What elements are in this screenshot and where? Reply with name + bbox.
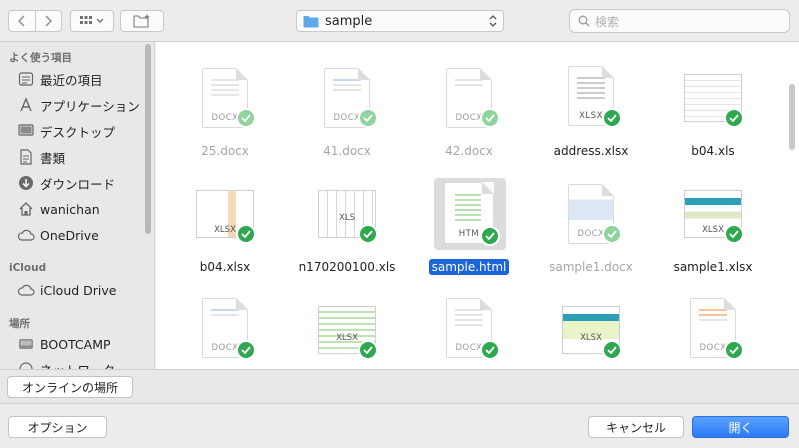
file-item[interactable]: DOCX — [408, 284, 530, 369]
file-item[interactable]: DOCX — [652, 284, 774, 369]
grid-view-icon — [80, 16, 104, 24]
check-badge-icon — [724, 224, 744, 244]
file-item[interactable]: XLSX address.xlsx — [530, 52, 652, 164]
back-button[interactable] — [9, 11, 35, 31]
file-name: 25.docx — [201, 144, 249, 158]
sidebar-item-icloud-drive[interactable]: iCloud Drive — [17, 279, 147, 301]
file-item[interactable]: DOCX 25.docx — [164, 52, 286, 164]
file-name: n170200100.xls — [298, 260, 396, 274]
check-badge-icon — [236, 108, 256, 128]
cloud-icon — [17, 284, 35, 296]
folder-icon — [303, 15, 319, 27]
sidebar-item-applications[interactable]: アプリケーション — [17, 94, 147, 116]
file-grid: DOCX 25.docx DOCX 41.docx DOCX 42.docx X… — [156, 42, 799, 369]
file-item[interactable]: DOCX sample1.docx — [530, 168, 652, 280]
file-name: address.xlsx — [553, 144, 629, 158]
download-icon — [19, 176, 33, 190]
clock-icon — [18, 72, 34, 86]
path-popup[interactable]: sample — [296, 10, 504, 32]
file-name: sample.html — [408, 259, 530, 275]
sidebar-item-network[interactable]: ネットワーク — [17, 358, 147, 369]
check-badge-icon — [724, 340, 744, 360]
file-name: b04.xls — [691, 144, 735, 158]
sidebar-item-home[interactable]: wanichan — [17, 198, 147, 220]
disk-icon — [19, 339, 33, 349]
sidebar-item-bootcamp[interactable]: BOOTCAMP — [17, 333, 147, 355]
documents-icon — [20, 149, 32, 165]
search-field[interactable]: 検索 — [569, 9, 790, 33]
file-name: sample1.xlsx — [673, 260, 753, 274]
chevron-left-icon — [17, 15, 25, 27]
cloud-icon — [17, 229, 35, 241]
sidebar: よく使う項目 最近の項目 アプリケーション デスクトップ 書類 ダウンロード w… — [0, 42, 155, 369]
file-item[interactable]: b04.xls — [652, 52, 774, 164]
file-item[interactable]: DOCX 42.docx — [408, 52, 530, 164]
options-button[interactable]: オプション — [8, 416, 107, 438]
check-badge-icon — [602, 340, 622, 360]
file-item[interactable]: XLSX b04.xlsx — [164, 168, 286, 280]
check-badge-icon — [480, 340, 500, 360]
view-mode-button[interactable] — [70, 10, 114, 32]
check-badge-icon — [236, 224, 256, 244]
new-folder-icon — [133, 14, 150, 28]
file-name: sample1.docx — [549, 260, 633, 274]
check-badge-icon — [358, 108, 378, 128]
search-placeholder: 検索 — [595, 14, 620, 29]
forward-button[interactable] — [34, 11, 62, 31]
sidebar-item-recents[interactable]: 最近の項目 — [17, 68, 147, 90]
file-grid-scrollbar[interactable] — [789, 84, 795, 150]
file-item[interactable]: XLSX sample1.xlsx — [652, 168, 774, 280]
online-locations-bar: オンラインの場所 — [0, 369, 799, 404]
file-item[interactable]: XLSX — [530, 284, 652, 369]
toolbar: sample 検索 — [0, 0, 799, 42]
sidebar-item-documents[interactable]: 書類 — [17, 146, 147, 168]
desktop-icon — [18, 124, 34, 136]
check-badge-icon — [480, 108, 500, 128]
check-badge-icon — [602, 224, 622, 244]
check-badge-icon — [602, 108, 622, 128]
check-badge-icon — [724, 108, 744, 128]
file-item[interactable]: DOCX — [164, 284, 286, 369]
open-button[interactable]: 開く — [692, 416, 789, 438]
file-item[interactable]: DOCX 41.docx — [286, 52, 408, 164]
network-icon — [19, 362, 33, 369]
check-badge-icon — [358, 340, 378, 360]
chevron-updown-icon — [489, 15, 497, 27]
check-badge-icon — [480, 226, 500, 246]
chevron-right-icon — [45, 15, 53, 27]
section-places: 場所 — [9, 318, 30, 330]
path-label: sample — [325, 13, 373, 29]
home-icon — [19, 202, 33, 216]
file-name: 42.docx — [445, 144, 493, 158]
nav-buttons — [8, 10, 62, 32]
file-item[interactable]: XLSX — [286, 284, 408, 369]
section-icloud: iCloud — [9, 262, 47, 274]
file-item-selected[interactable]: HTM sample.html — [408, 168, 530, 280]
file-item[interactable]: XLS n170200100.xls — [286, 168, 408, 280]
check-badge-icon — [236, 340, 256, 360]
section-favorites: よく使う項目 — [9, 52, 72, 64]
cancel-button[interactable]: キャンセル — [588, 416, 684, 438]
new-folder-button[interactable] — [120, 10, 164, 32]
file-name: 41.docx — [323, 144, 371, 158]
applications-icon — [20, 97, 32, 112]
sidebar-scrollbar[interactable] — [145, 44, 151, 234]
online-locations-button[interactable]: オンラインの場所 — [7, 376, 133, 398]
dialog-footer: オプション キャンセル 開く — [0, 404, 799, 448]
check-badge-icon — [358, 224, 378, 244]
search-icon — [578, 15, 590, 27]
sidebar-item-onedrive[interactable]: OneDrive — [17, 224, 147, 246]
sidebar-item-downloads[interactable]: ダウンロード — [17, 172, 147, 194]
sidebar-item-desktop[interactable]: デスクトップ — [17, 120, 147, 142]
file-name: b04.xlsx — [199, 260, 251, 274]
